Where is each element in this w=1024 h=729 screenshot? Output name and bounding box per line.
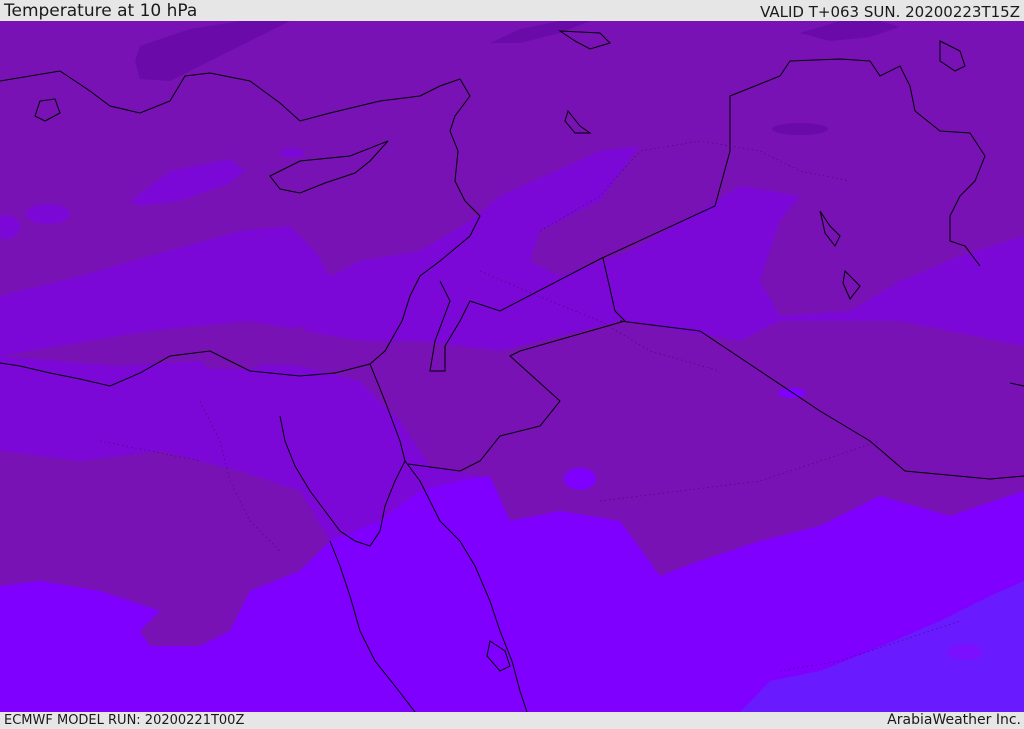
header-bar: Temperature at 10 hPa VALID T+063 SUN. 2… xyxy=(0,0,1024,21)
footer-bar: ECMWF MODEL RUN: 20200221T00Z ArabiaWeat… xyxy=(0,712,1024,729)
map-title: Temperature at 10 hPa xyxy=(4,1,198,21)
model-run-label: ECMWF MODEL RUN: 20200221T00Z xyxy=(4,713,245,728)
weather-map xyxy=(0,21,1024,712)
light-patch-5 xyxy=(564,468,596,490)
light-patch-4 xyxy=(280,148,304,158)
light-patch-2 xyxy=(26,204,70,224)
credit-label: ArabiaWeather Inc. xyxy=(887,712,1021,728)
valid-time: VALID T+063 SUN. 20200223T15Z xyxy=(760,3,1020,21)
darkest-blob-4 xyxy=(772,123,828,135)
lightest-patch-2 xyxy=(947,644,983,660)
light-patch-6 xyxy=(778,388,806,398)
